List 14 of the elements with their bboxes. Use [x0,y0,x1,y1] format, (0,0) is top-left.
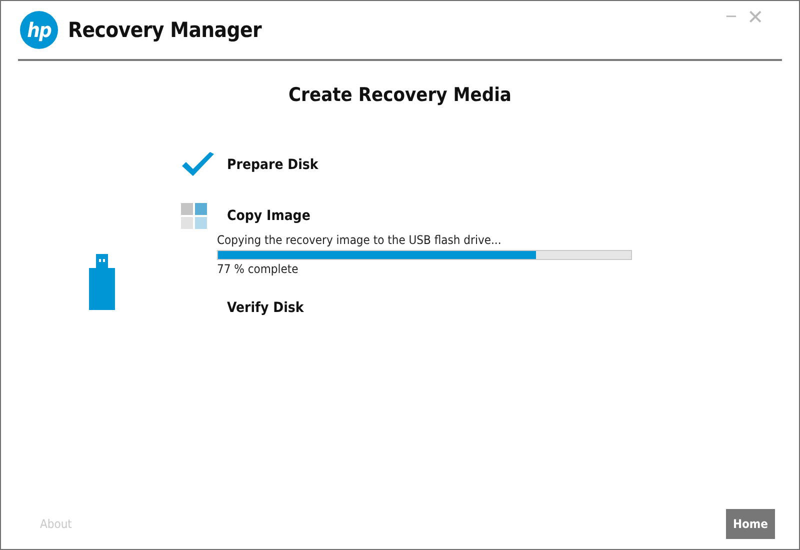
page-heading: Create Recovery Media [288,84,512,106]
checkmark-icon [181,152,215,178]
step-label: Verify Disk [227,300,304,316]
home-button[interactable]: Home [726,509,775,539]
window-title: Recovery Manager [68,18,263,42]
usb-drive-icon [89,254,115,310]
progress-description: Copying the recovery image to the USB flash drive... [217,233,502,247]
close-button[interactable]: ✕ [747,5,764,30]
minimize-button[interactable]: − [725,5,737,30]
tiles-icon [181,203,207,229]
step-label: Copy Image [227,208,310,224]
step-label: Prepare Disk [227,157,318,173]
progress-reading: 77 % complete [217,262,300,276]
hp-logo: hp [20,11,58,49]
